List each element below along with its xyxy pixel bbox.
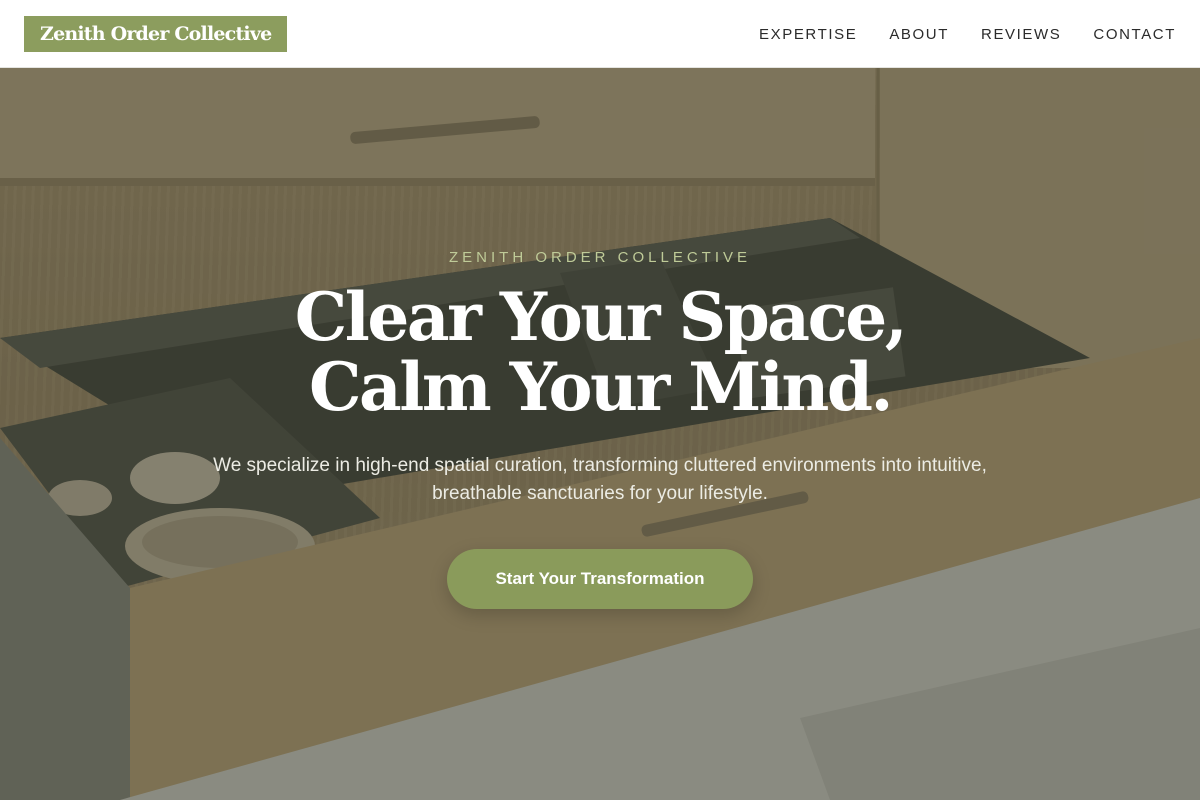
site-header: Zenith Order Collective EXPERTISE ABOUT … (0, 0, 1200, 68)
hero-content: ZENITH ORDER COLLECTIVE Clear Your Space… (0, 68, 1200, 800)
nav-link-reviews[interactable]: REVIEWS (981, 26, 1061, 43)
nav-link-contact[interactable]: CONTACT (1093, 26, 1176, 43)
hero-headline: Clear Your Space, Calm Your Mind. (0, 282, 1200, 422)
brand-logo[interactable]: Zenith Order Collective (24, 16, 288, 52)
hero-subtext: We specialize in high-end spatial curati… (213, 455, 987, 504)
hero-eyebrow: ZENITH ORDER COLLECTIVE (448, 249, 752, 266)
hero-headline-line-1: Clear Your Space, (294, 278, 908, 356)
nav-link-expertise[interactable]: EXPERTISE (759, 26, 857, 43)
hero-headline-line-2: Calm Your Mind. (308, 348, 894, 426)
start-transformation-button[interactable]: Start Your Transformation (447, 549, 753, 609)
main-nav: EXPERTISE ABOUT REVIEWS CONTACT (759, 0, 1176, 68)
nav-link-about[interactable]: ABOUT (889, 26, 949, 43)
hero-section: ZENITH ORDER COLLECTIVE Clear Your Space… (0, 68, 1200, 800)
